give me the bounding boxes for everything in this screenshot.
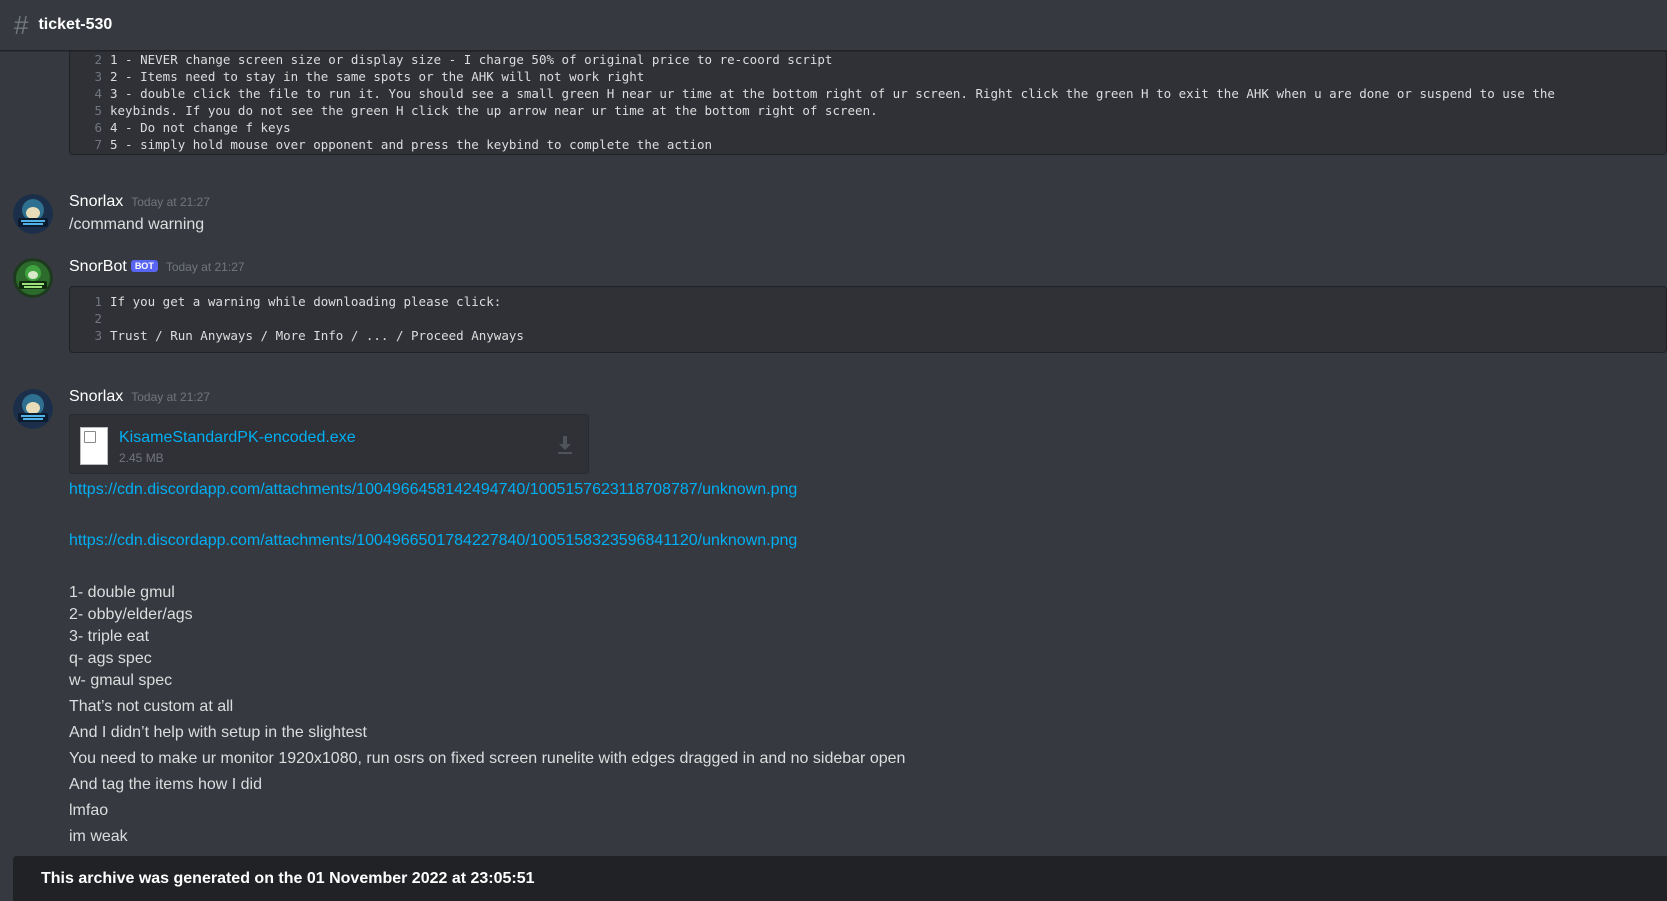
- message-line: lmfao: [69, 802, 109, 819]
- code-line: 6 4 - Do not change f keys: [70, 119, 1666, 136]
- code-text: 4 - Do not change f keys: [110, 120, 291, 135]
- code-text: 3 - double click the file to run it. You…: [110, 86, 1555, 101]
- avatar[interactable]: [13, 194, 53, 234]
- hashtag-icon: #: [14, 10, 29, 40]
- message-line: 3- triple eat: [69, 628, 150, 645]
- message-content: /command warning: [69, 216, 205, 233]
- channel-title: ticket-530: [38, 16, 113, 33]
- code-text: If you get a warning while downloading p…: [110, 294, 502, 309]
- line-number: 3: [94, 328, 102, 343]
- code-block-warning: 1 If you get a warning while downloading …: [69, 286, 1667, 353]
- line-number: 3: [94, 69, 102, 84]
- attachment-link[interactable]: https://cdn.discordapp.com/attachments/1…: [69, 481, 797, 499]
- code-line: 2: [70, 310, 1666, 327]
- code-text: 2 - Items need to stay in the same spots…: [110, 69, 645, 84]
- message-line: q- ags spec: [69, 650, 152, 667]
- code-line: 3 2 - Items need to stay in the same spot…: [70, 68, 1666, 85]
- message-line: And I didn’t help with setup in the slig…: [69, 724, 367, 741]
- code-line: 7 5 - simply hold mouse over opponent and…: [70, 136, 1666, 153]
- code-line: 1 If you get a warning while downloading …: [70, 293, 1666, 310]
- message-line: That’s not custom at all: [69, 698, 234, 715]
- message-line: 2- obby/elder/ags: [69, 606, 193, 623]
- line-number: 6: [94, 120, 102, 135]
- message-header: Snorlax Today at 21:27: [69, 388, 210, 406]
- code-line: 3 Trust / Run Anyways / More Info / ... /…: [70, 327, 1666, 344]
- bot-badge: BOT: [130, 260, 158, 272]
- line-number: 2: [94, 52, 102, 67]
- message-line: 1- double gmul: [69, 584, 175, 601]
- code-line: 5 keybinds. If you do not see the green H…: [70, 102, 1666, 119]
- line-number: 7: [94, 137, 102, 152]
- attachment-filename-link[interactable]: KisameStandardPK-encoded.exe: [119, 429, 356, 447]
- username[interactable]: SnorBot: [69, 258, 127, 276]
- archive-generated-text: This archive was generated on the 01 Nov…: [41, 869, 535, 887]
- timestamp: Today at 21:27: [165, 260, 245, 274]
- file-attachment: KisameStandardPK-encoded.exe 2.45 MB: [69, 414, 589, 474]
- snorlax-avatar-icon: [13, 194, 53, 234]
- line-number: 2: [94, 311, 102, 326]
- file-icon: [80, 427, 108, 465]
- avatar[interactable]: [13, 389, 53, 429]
- message-header: Snorlax Today at 21:27: [69, 193, 210, 211]
- snorbot-avatar-icon: [13, 258, 53, 298]
- message-line: You need to make ur monitor 1920x1080, r…: [69, 750, 906, 767]
- code-block-instructions: 2 1 - NEVER change screen size or display…: [69, 49, 1667, 155]
- line-number: 4: [94, 86, 102, 101]
- message-line: w- gmaul spec: [69, 672, 173, 689]
- attachment-link[interactable]: https://cdn.discordapp.com/attachments/1…: [69, 532, 797, 550]
- code-line: 4 3 - double click the file to run it. Yo…: [70, 85, 1666, 102]
- code-text: Trust / Run Anyways / More Info / ... / …: [110, 328, 524, 343]
- username[interactable]: Snorlax: [69, 193, 123, 211]
- code-text: 5 - simply hold mouse over opponent and …: [110, 137, 713, 152]
- attachment-size: 2.45 MB: [119, 451, 164, 465]
- code-text: 1 - NEVER change screen size or display …: [110, 52, 833, 67]
- code-line: 2 1 - NEVER change screen size or display…: [70, 51, 1666, 68]
- snorlax-avatar-icon: [13, 389, 53, 429]
- timestamp: Today at 21:27: [131, 390, 210, 404]
- line-number: 5: [94, 103, 102, 118]
- avatar[interactable]: [13, 258, 53, 298]
- download-icon[interactable]: [556, 435, 574, 455]
- code-text: keybinds. If you do not see the green H …: [110, 103, 878, 118]
- message-header: SnorBot BOT Today at 21:27: [69, 258, 245, 276]
- line-number: 1: [94, 294, 102, 309]
- archive-footer: This archive was generated on the 01 Nov…: [13, 856, 1667, 901]
- channel-header: # ticket-530: [0, 0, 1667, 51]
- username[interactable]: Snorlax: [69, 388, 123, 406]
- message-line: And tag the items how I did: [69, 776, 262, 793]
- message-line: im weak: [69, 828, 128, 845]
- timestamp: Today at 21:27: [131, 195, 210, 209]
